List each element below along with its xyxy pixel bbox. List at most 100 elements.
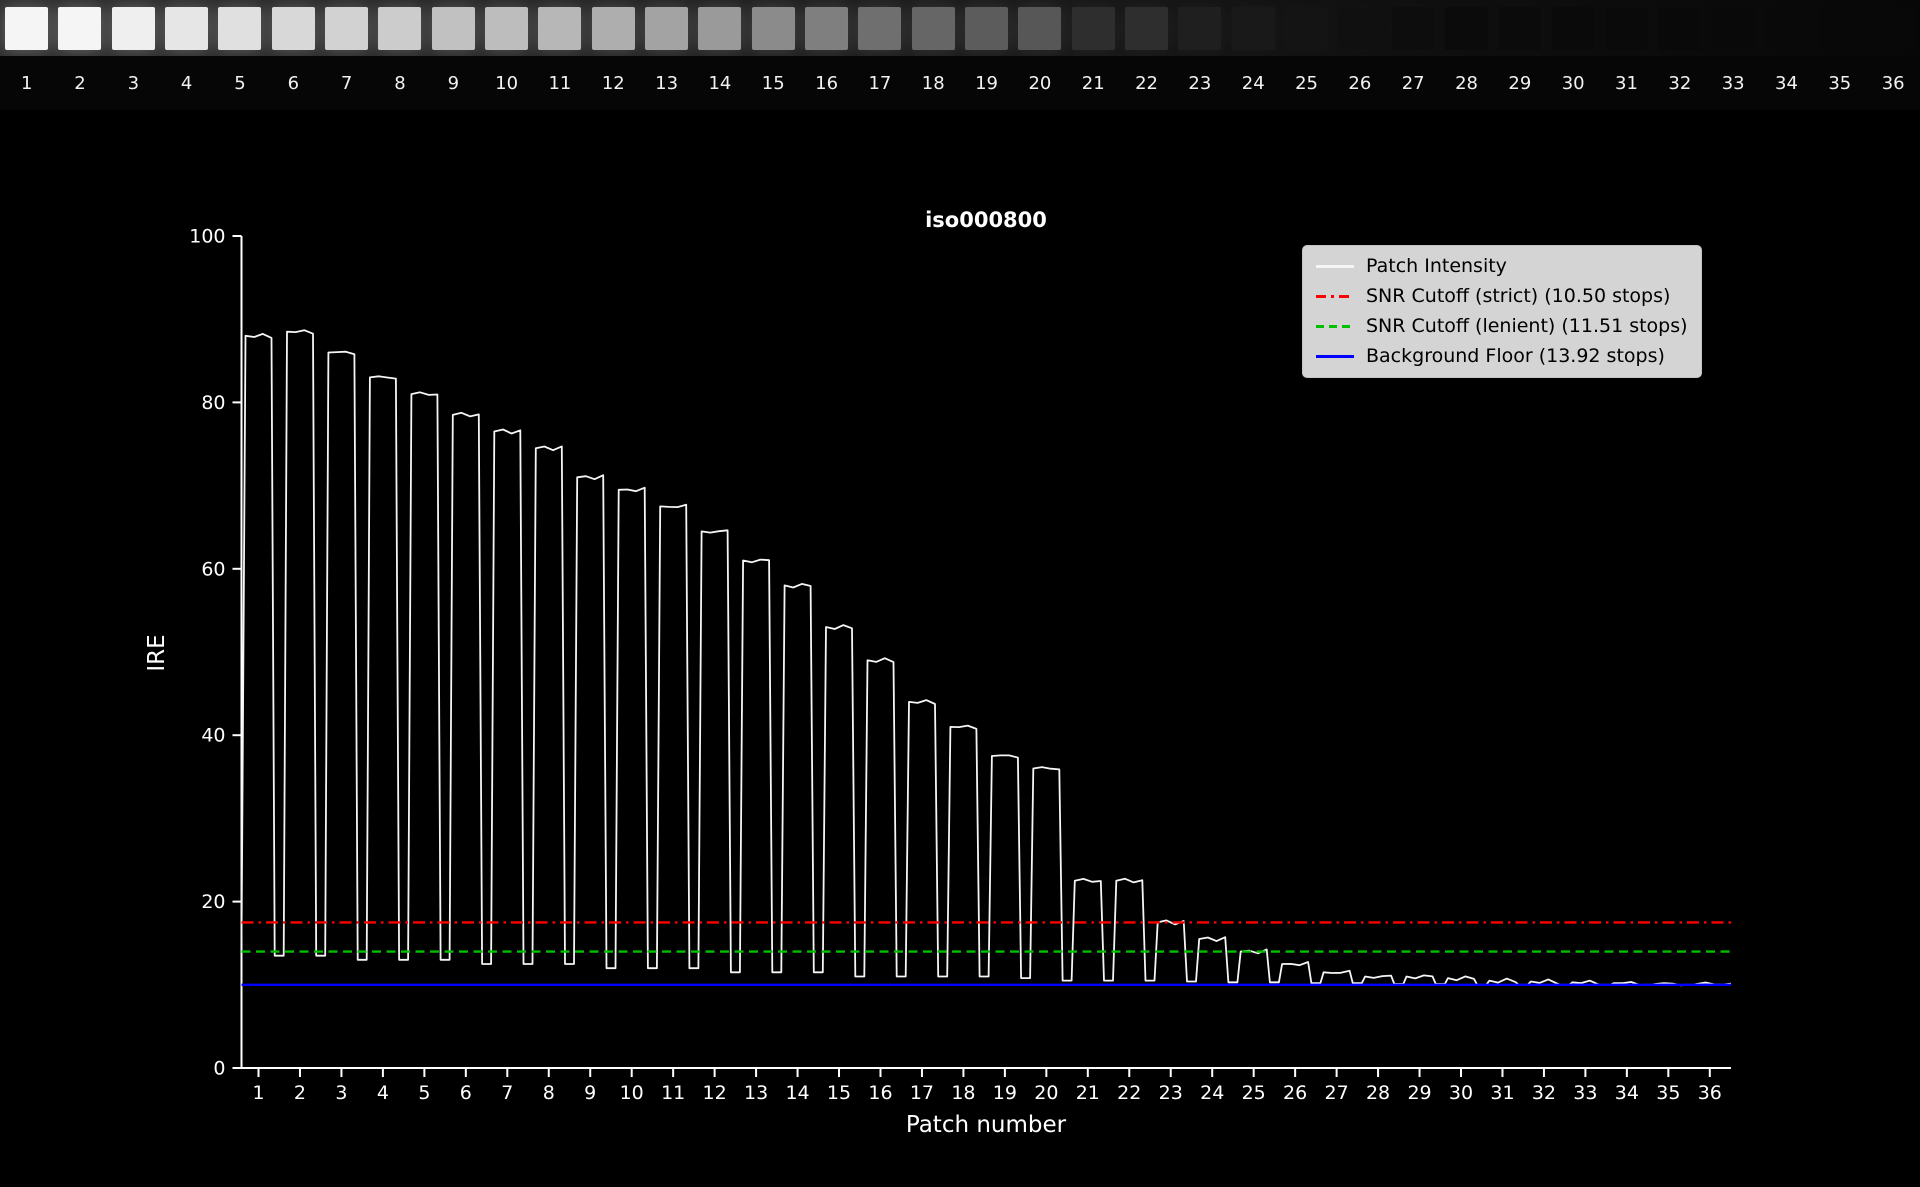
x-tick-label: 10: [620, 1082, 644, 1104]
film-patch: [698, 6, 742, 50]
film-patch-number: 31: [1615, 72, 1638, 94]
film-patch: [431, 6, 475, 50]
film-patch: [378, 6, 422, 50]
film-patch-number: 9: [447, 72, 460, 94]
x-tick-label: 1: [252, 1082, 264, 1104]
film-patch-cell: [480, 0, 533, 56]
film-patch-number: 28: [1455, 72, 1478, 94]
film-patch: [1871, 6, 1915, 50]
film-patch-cell: [373, 0, 426, 56]
film-patch-cell: [1653, 0, 1706, 56]
film-patch-number: 14: [708, 72, 732, 94]
film-patch-number: 11: [548, 72, 572, 94]
film-patch-number: 2: [74, 72, 86, 94]
x-tick-label: 23: [1159, 1082, 1183, 1104]
film-patch: [218, 6, 262, 50]
legend-item: Background Floor (13.92 stops): [1316, 344, 1688, 369]
x-tick-label: 31: [1490, 1082, 1514, 1104]
y-tick-label: 20: [201, 891, 225, 913]
film-patch-cell: [213, 0, 266, 56]
x-tick-label: 24: [1200, 1082, 1224, 1104]
x-tick-label: 14: [785, 1082, 809, 1104]
film-patch: [1071, 6, 1115, 50]
film-patch: [1551, 6, 1595, 50]
x-tick-label: 35: [1656, 1082, 1680, 1104]
legend-item: SNR Cutoff (strict) (10.50 stops): [1316, 284, 1688, 309]
x-tick-label: 16: [868, 1082, 892, 1104]
film-patch-cell: [320, 0, 373, 56]
film-patch-cell: [747, 0, 800, 56]
film-patch-number: 6: [287, 72, 300, 94]
x-tick-label: 27: [1325, 1082, 1349, 1104]
film-patch-cell: [1866, 0, 1919, 56]
film-patch-number: 4: [180, 72, 193, 94]
film-patch-cell: [1013, 0, 1066, 56]
legend-label: SNR Cutoff (lenient) (11.51 stops): [1366, 315, 1688, 337]
x-tick-label: 5: [418, 1082, 430, 1104]
film-patch: [591, 6, 635, 50]
film-patch-number: 30: [1561, 72, 1585, 94]
film-patch-cell: [53, 0, 106, 56]
film-patch: [58, 6, 102, 50]
film-patch: [1498, 6, 1542, 50]
film-patch-number: 17: [868, 72, 892, 94]
x-tick-label: 32: [1532, 1082, 1556, 1104]
film-patch-cell: [107, 0, 160, 56]
x-tick-label: 18: [951, 1082, 975, 1104]
film-patch-number: 23: [1188, 72, 1212, 94]
film-patch-number: 32: [1668, 72, 1692, 94]
film-patch-number: 8: [394, 72, 406, 94]
legend-line-sample: [1316, 355, 1354, 358]
film-patch: [538, 6, 582, 50]
film-patch: [911, 6, 955, 50]
x-tick-label: 11: [661, 1082, 685, 1104]
film-patch-cell: [427, 0, 480, 56]
x-tick-label: 22: [1117, 1082, 1141, 1104]
film-patch-number: 10: [495, 72, 519, 94]
x-tick-label: 19: [993, 1082, 1017, 1104]
chart-title: iso000800: [925, 208, 1047, 232]
film-patch: [1711, 6, 1755, 50]
film-patch-number: 26: [1348, 72, 1372, 94]
film-patch-number: 36: [1881, 72, 1905, 94]
legend-item: Patch Intensity: [1316, 254, 1688, 279]
film-patch-cell: [1760, 0, 1813, 56]
x-tick-label: 33: [1573, 1082, 1597, 1104]
x-tick-label: 25: [1242, 1082, 1266, 1104]
legend-label: SNR Cutoff (strict) (10.50 stops): [1366, 285, 1671, 307]
film-patch-cell: [1333, 0, 1386, 56]
x-axis-label: Patch number: [905, 1112, 1067, 1138]
film-patch-number: 7: [340, 72, 353, 94]
legend-line-sample: [1316, 265, 1354, 268]
film-patch: [1764, 6, 1808, 50]
film-patch: [1231, 6, 1275, 50]
y-axis-label: IRE: [144, 634, 170, 672]
film-patch: [805, 6, 849, 50]
x-tick-label: 7: [501, 1082, 513, 1104]
legend-label: Patch Intensity: [1366, 255, 1507, 277]
film-patch: [165, 6, 209, 50]
film-patch-number: 29: [1508, 72, 1532, 94]
film-patch-number: 35: [1828, 72, 1852, 94]
film-patch-cell: [1707, 0, 1760, 56]
legend-item: SNR Cutoff (lenient) (11.51 stops): [1316, 314, 1688, 339]
film-patch-cell: [960, 0, 1013, 56]
film-patch-number: 21: [1081, 72, 1105, 94]
film-patch-cell: [800, 0, 853, 56]
x-tick-label: 2: [294, 1082, 306, 1104]
film-patch: [325, 6, 369, 50]
legend-label: Background Floor (13.92 stops): [1366, 345, 1665, 367]
legend: Patch Intensity SNR Cutoff (strict) (10.5…: [1302, 245, 1702, 378]
x-tick-label: 20: [1034, 1082, 1058, 1104]
film-patch-number: 34: [1775, 72, 1798, 94]
y-tick-label: 100: [189, 226, 225, 248]
film-patch-number: 15: [761, 72, 785, 94]
film-patch-number: 3: [127, 72, 140, 94]
y-tick-label: 60: [201, 558, 225, 580]
film-patch-number: 16: [815, 72, 839, 94]
film-patch-cell: [640, 0, 693, 56]
film-patch: [1391, 6, 1435, 50]
film-patch-number: 1: [20, 72, 33, 94]
film-patch: [1658, 6, 1702, 50]
film-patch-number: 33: [1721, 72, 1745, 94]
